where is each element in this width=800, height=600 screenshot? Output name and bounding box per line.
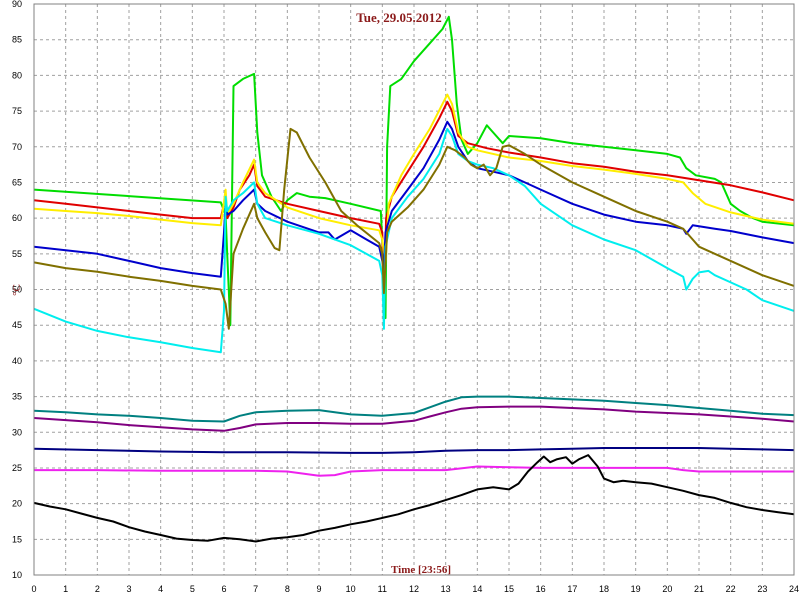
y-tick-label: 65 bbox=[12, 177, 22, 187]
y-tick-label: 70 bbox=[12, 142, 22, 152]
chart-background bbox=[0, 0, 800, 600]
x-tick-label: 16 bbox=[536, 584, 546, 594]
y-tick-label: 85 bbox=[12, 35, 22, 45]
x-tick-label: 4 bbox=[158, 584, 163, 594]
y-tick-label: 90 bbox=[12, 0, 22, 9]
x-tick-label: 15 bbox=[504, 584, 514, 594]
y-tick-label: 55 bbox=[12, 249, 22, 259]
chart-title: Tue, 29.05.2012 bbox=[356, 10, 441, 25]
y-tick-label: 60 bbox=[12, 213, 22, 223]
x-tick-label: 6 bbox=[221, 584, 226, 594]
x-tick-label: 0 bbox=[31, 584, 36, 594]
y-axis-label: °C bbox=[11, 284, 23, 296]
x-tick-label: 13 bbox=[441, 584, 451, 594]
y-tick-label: 30 bbox=[12, 427, 22, 437]
x-tick-label: 24 bbox=[789, 584, 799, 594]
y-tick-label: 45 bbox=[12, 320, 22, 330]
y-tick-label: 75 bbox=[12, 106, 22, 116]
x-tick-label: 18 bbox=[599, 584, 609, 594]
x-tick-label: 11 bbox=[378, 584, 387, 594]
x-tick-label: 17 bbox=[567, 584, 577, 594]
x-tick-label: 23 bbox=[757, 584, 767, 594]
x-tick-label: 8 bbox=[285, 584, 290, 594]
chart: 0 1 2 3 4 5 6 7 8 9 10 11 12 13 14 15 16 17 18 19 20 21 22 23 24… bbox=[0, 0, 800, 600]
y-tick-label: 40 bbox=[12, 356, 22, 366]
y-tick-label: 80 bbox=[12, 70, 22, 80]
y-tick-label: 15 bbox=[12, 534, 22, 544]
x-tick-label: 2 bbox=[95, 584, 100, 594]
x-tick-label: 21 bbox=[694, 584, 704, 594]
x-tick-label: 14 bbox=[472, 584, 482, 594]
line-chart: 0 1 2 3 4 5 6 7 8 9 10 11 12 13 14 15 16 17 18 19 20 21 22 23 24… bbox=[0, 0, 800, 600]
x-tick-label: 9 bbox=[316, 584, 321, 594]
x-tick-label: 19 bbox=[631, 584, 641, 594]
x-tick-label: 10 bbox=[346, 584, 356, 594]
x-tick-label: 22 bbox=[726, 584, 736, 594]
y-tick-label: 25 bbox=[12, 463, 22, 473]
y-tick-label: 20 bbox=[12, 499, 22, 509]
y-tick-label: 35 bbox=[12, 392, 22, 402]
x-tick-label: 7 bbox=[253, 584, 258, 594]
x-tick-label: 5 bbox=[190, 584, 195, 594]
x-tick-label: 1 bbox=[63, 584, 68, 594]
x-axis-label: Time [23:56] bbox=[391, 564, 451, 576]
y-tick-label: 10 bbox=[12, 570, 22, 580]
x-tick-label: 12 bbox=[409, 584, 419, 594]
x-tick-label: 20 bbox=[662, 584, 672, 594]
x-tick-label: 3 bbox=[126, 584, 131, 594]
